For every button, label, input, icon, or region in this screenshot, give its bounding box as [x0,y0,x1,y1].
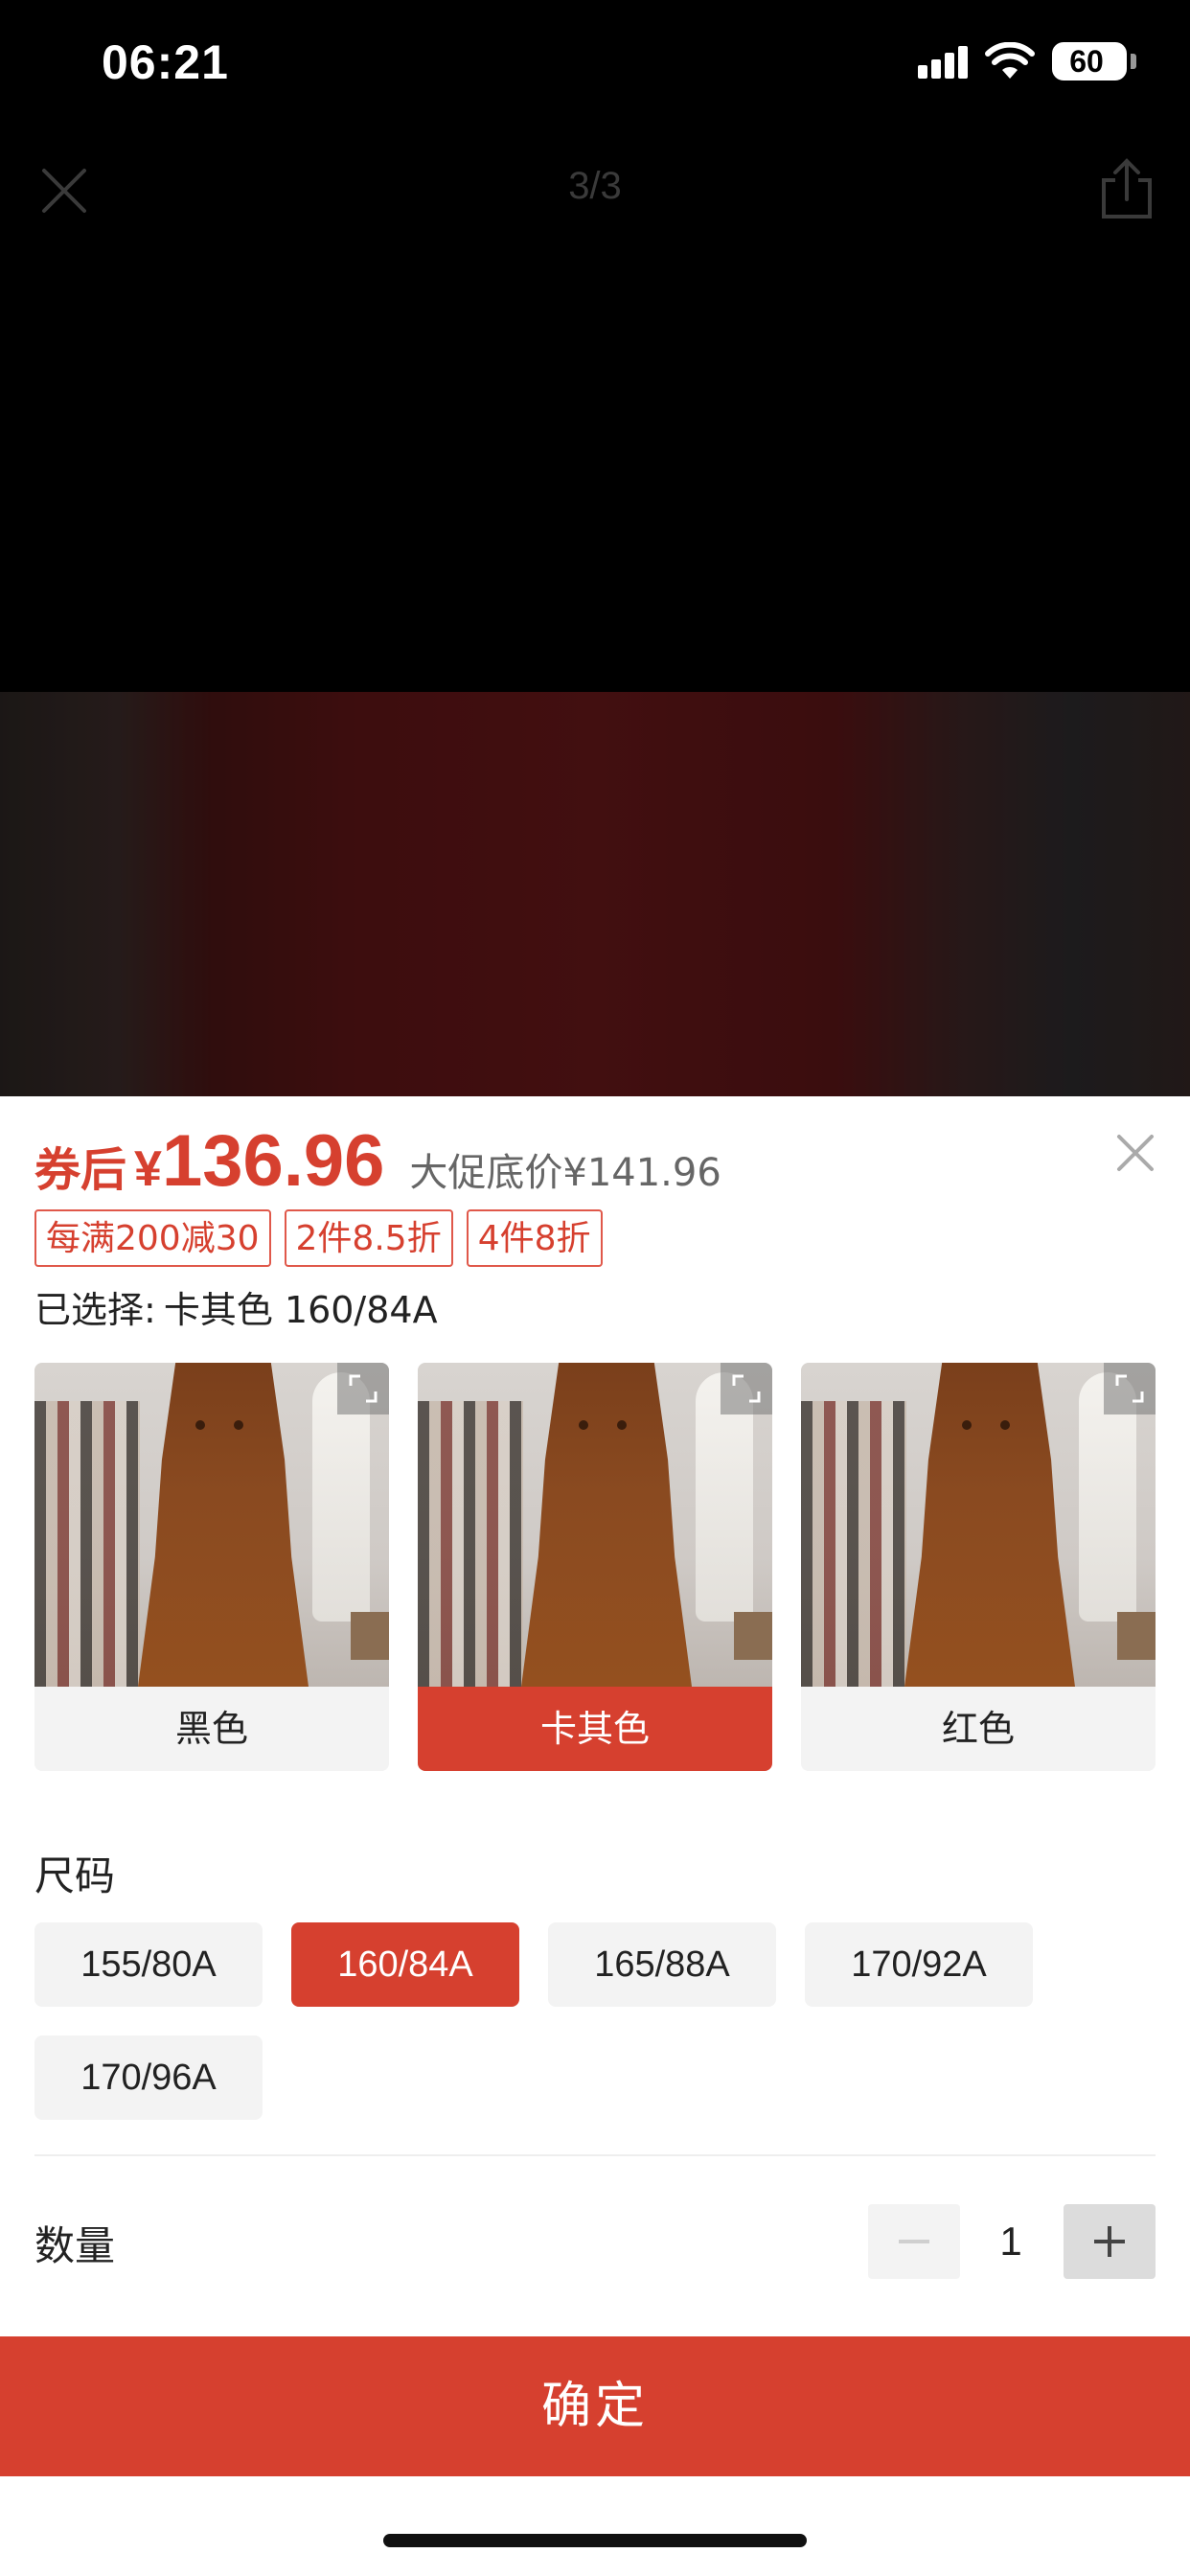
selected-prefix: 已选择: [34,1289,156,1331]
status-bar: 06:21 60 [0,0,1190,134]
color-thumbnail [418,1363,772,1687]
size-option[interactable]: 170/92A [805,1922,1033,2007]
size-option-selected[interactable]: 160/84A [291,1922,519,2007]
color-option-red[interactable]: 红色 [801,1363,1156,1771]
promo-tag: 2件8.5折 [284,1209,453,1267]
minus-icon [899,2240,929,2243]
coupon-price: 136.96 [161,1120,385,1202]
product-photo [0,692,1190,1096]
color-option-black[interactable]: 黑色 [34,1363,389,1771]
quantity-title: 数量 [34,2222,116,2269]
color-thumbnail [34,1363,389,1687]
color-label: 红色 [801,1687,1156,1771]
color-options: 黑色 卡其色 红色 [34,1363,1156,1771]
color-option-khaki[interactable]: 卡其色 [418,1363,772,1771]
home-indicator[interactable] [383,2534,807,2547]
color-label: 卡其色 [418,1687,772,1771]
quantity-decrement-button[interactable] [868,2204,960,2279]
coupon-price-label: 券后 [34,1143,127,1197]
size-option[interactable]: 165/88A [548,1922,776,2007]
battery-cap [1131,54,1136,69]
wifi-icon [985,42,1035,79]
battery-level: 60 [1069,44,1104,79]
selected-summary: 已选择: 卡其色 160/84A [34,1280,438,1333]
color-label: 黑色 [34,1687,389,1771]
selected-value: 卡其色 160/84A [163,1289,438,1331]
plus-icon [1094,2226,1125,2257]
color-thumbnail [801,1363,1156,1687]
share-icon[interactable] [1098,157,1156,220]
expand-icon[interactable] [721,1363,772,1414]
currency-symbol: ¥ [134,1141,162,1197]
promo-tag: 每满200减30 [34,1209,271,1267]
status-time: 06:21 [102,35,229,89]
size-options: 155/80A 160/84A 165/88A 170/92A 170/96A [34,1922,1165,2120]
price-row: 券后 ¥ 136.96 大促底价¥141.96 [34,1119,721,1202]
size-option[interactable]: 170/96A [34,2036,263,2120]
battery-icon: 60 [1052,42,1127,80]
signal-icon [918,46,968,79]
image-counter: 3/3 [568,165,622,207]
quantity-value[interactable]: 1 [960,2204,1062,2279]
confirm-button[interactable]: 确定 [0,2336,1190,2476]
size-option[interactable]: 155/80A [34,1922,263,2007]
expand-icon[interactable] [1104,1363,1156,1414]
expand-icon[interactable] [337,1363,389,1414]
promo-tag: 4件8折 [466,1209,603,1267]
size-section-title: 尺码 [34,1852,116,1899]
quantity-increment-button[interactable] [1064,2204,1156,2279]
close-icon[interactable] [1111,1129,1159,1177]
promo-tags: 每满200减30 2件8.5折 4件8折 [34,1209,603,1267]
divider [34,2154,1156,2156]
promo-price: 大促底价¥141.96 [409,1151,721,1195]
